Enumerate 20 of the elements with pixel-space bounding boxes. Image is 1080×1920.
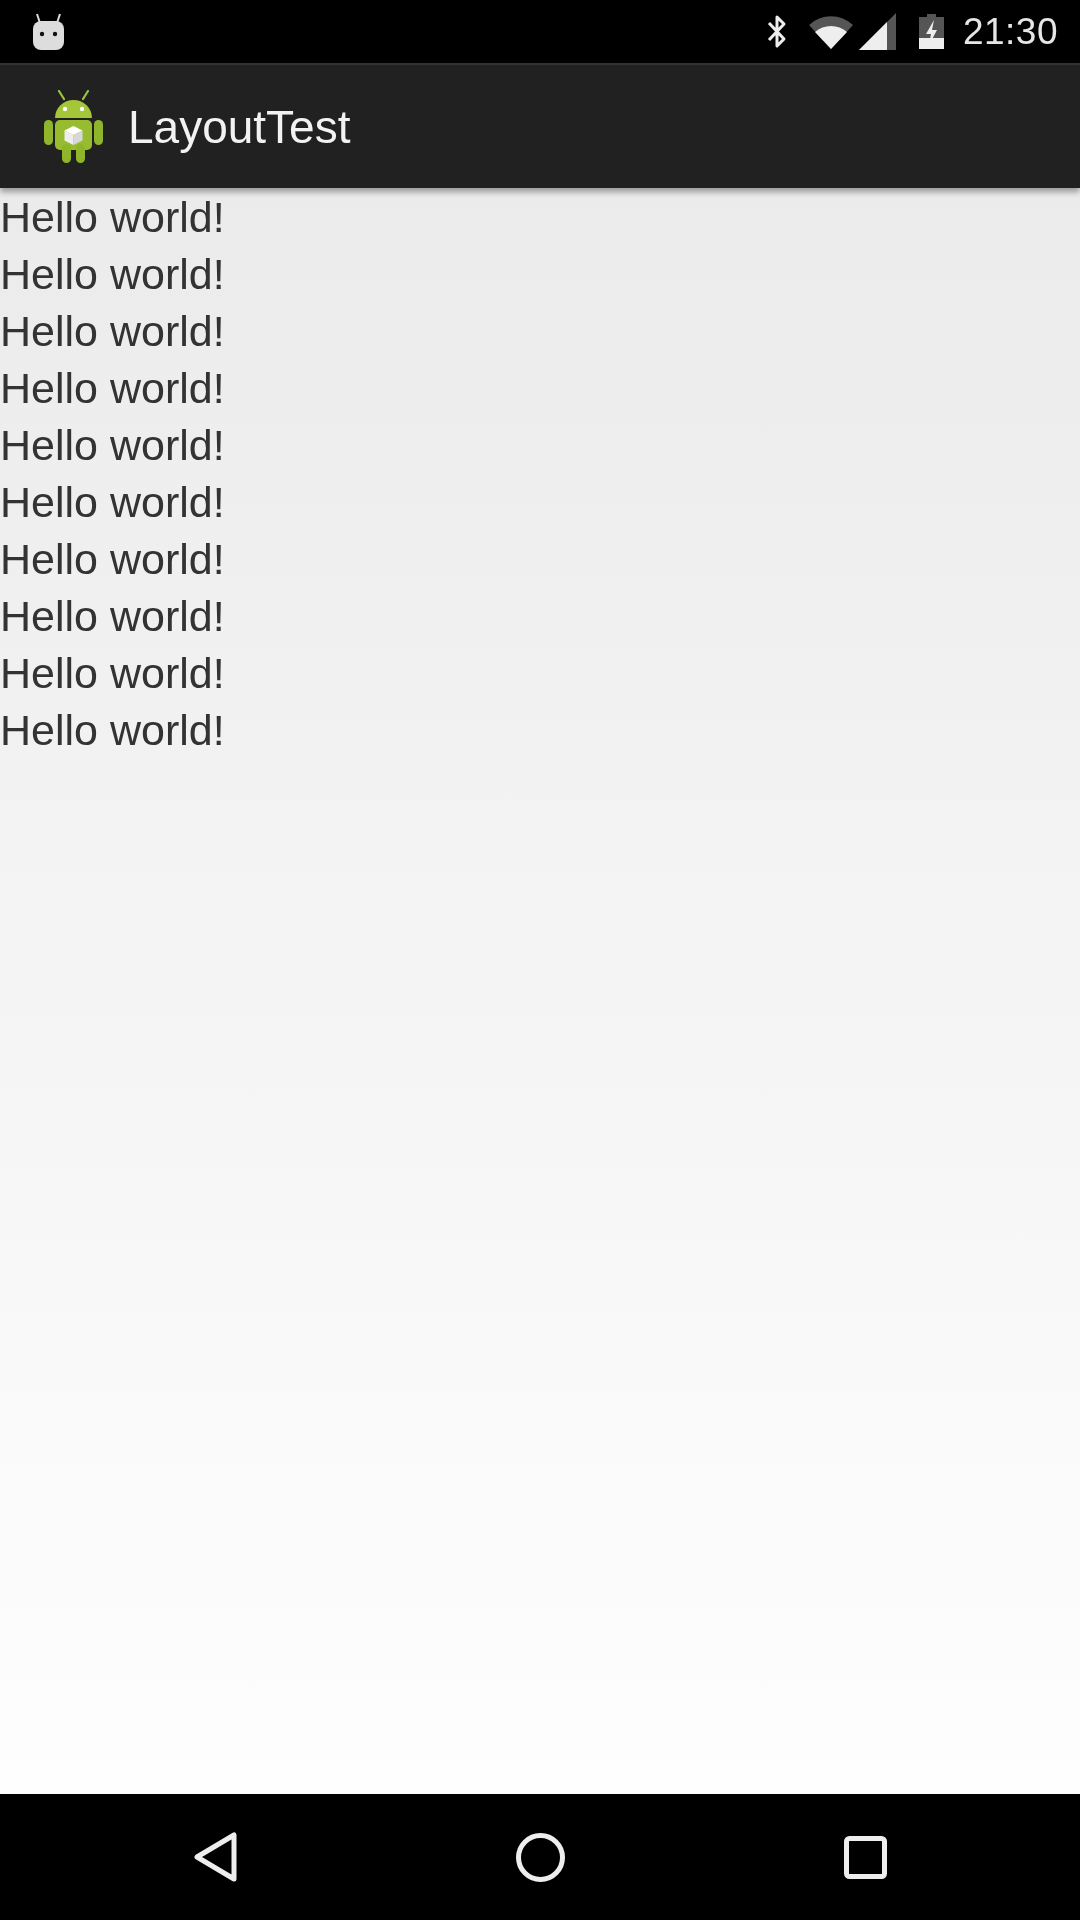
text-line: Hello world! <box>0 705 225 756</box>
cell-signal-icon <box>858 13 896 50</box>
wifi-icon <box>808 14 853 49</box>
text-line: Hello world! <box>0 591 225 642</box>
bluetooth-icon <box>765 14 788 49</box>
text-line: Hello world! <box>0 192 225 243</box>
android-notification-icon <box>32 13 65 50</box>
text-line: Hello world! <box>0 363 225 414</box>
home-icon[interactable] <box>515 1832 565 1882</box>
recents-icon[interactable] <box>843 1835 887 1879</box>
back-icon[interactable] <box>193 1832 237 1882</box>
text-line: Hello world! <box>0 534 225 585</box>
text-line: Hello world! <box>0 477 225 528</box>
android-robot-icon[interactable] <box>43 90 104 163</box>
text-line: Hello world! <box>0 420 225 471</box>
clock-time: 21:30 <box>962 13 1058 50</box>
text-line: Hello world! <box>0 648 225 699</box>
text-line: Hello world! <box>0 306 225 357</box>
battery-charging-icon <box>918 14 944 49</box>
text-line: Hello world! <box>0 249 225 300</box>
